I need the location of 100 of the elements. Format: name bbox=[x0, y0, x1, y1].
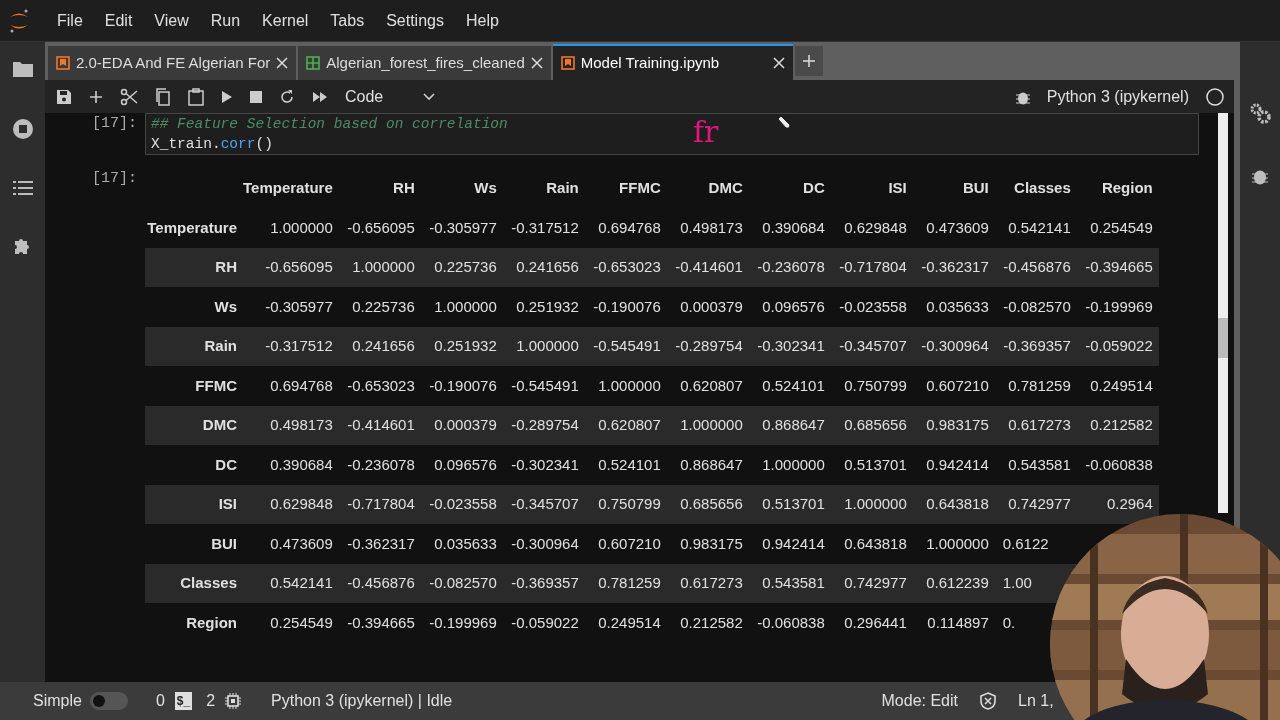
menu-item[interactable]: File bbox=[48, 8, 92, 33]
table-cell: 0.254549 bbox=[1090, 218, 1153, 236]
table-cell: 0.750799 bbox=[844, 376, 907, 394]
menu-item[interactable]: Edit bbox=[95, 8, 142, 33]
table-cell: 0.035633 bbox=[434, 534, 497, 552]
simple-mode-toggle[interactable] bbox=[89, 692, 128, 710]
table-cell: 0.498173 bbox=[680, 218, 743, 236]
run-icon[interactable] bbox=[221, 89, 233, 104]
table-cell: 0.617273 bbox=[1008, 416, 1071, 433]
tab[interactable]: Algerian_forest_fires_cleaned bbox=[298, 46, 551, 80]
table-cell: -0.414601 bbox=[347, 416, 415, 433]
table-cell: 0.249514 bbox=[1090, 376, 1153, 394]
table-cell: 0.620807 bbox=[680, 376, 743, 394]
terminal-count: 0 bbox=[155, 691, 165, 711]
table-cell: 0.498173 bbox=[270, 416, 333, 433]
chevron-down-icon bbox=[423, 92, 435, 101]
terminal-badge[interactable]: $_ bbox=[174, 692, 193, 710]
table-cell: 0.942414 bbox=[762, 534, 825, 552]
plus-icon[interactable] bbox=[89, 89, 103, 104]
table-cell: 0.225736 bbox=[352, 297, 415, 315]
column-header: Temperature bbox=[243, 178, 333, 196]
menu-item[interactable]: Kernel bbox=[253, 8, 318, 33]
table-cell: 0.296441 bbox=[844, 613, 907, 631]
menu-item[interactable]: View bbox=[145, 8, 198, 33]
table-cell: 0.629848 bbox=[844, 218, 907, 236]
table-cell: 0.473609 bbox=[926, 218, 989, 236]
kernel-count: 2 bbox=[206, 691, 216, 711]
table-cell: 0.750799 bbox=[598, 495, 661, 512]
table-cell: 0.225736 bbox=[434, 258, 497, 275]
kernel-name[interactable]: Python 3 (ipykernel) bbox=[1046, 84, 1189, 109]
row-header: DMC bbox=[202, 416, 237, 433]
tab[interactable]: 2.0-EDA And FE Algerian For bbox=[48, 46, 297, 80]
table-cell: 1.000000 bbox=[352, 258, 415, 275]
column-header: Rain bbox=[546, 178, 579, 196]
column-header: Ws bbox=[474, 178, 497, 196]
copy-icon[interactable] bbox=[155, 87, 171, 106]
table-cell: 0.241656 bbox=[516, 258, 579, 275]
table-cell: 0.612239 bbox=[926, 574, 989, 591]
table-cell: 0.607210 bbox=[598, 534, 661, 552]
close-icon[interactable] bbox=[772, 57, 785, 69]
shield-icon[interactable] bbox=[980, 692, 996, 710]
table-cell: -0.653023 bbox=[593, 258, 661, 275]
chip-icon[interactable] bbox=[225, 693, 242, 709]
table-cell: -0.317512 bbox=[511, 218, 579, 236]
row-header: Classes bbox=[180, 574, 237, 591]
table-cell: -0.545491 bbox=[511, 376, 579, 394]
code-line: X_train.corr() bbox=[151, 135, 273, 154]
row-header: BUI bbox=[211, 534, 237, 552]
table-cell: -0.023558 bbox=[839, 297, 907, 315]
table-cell: 0.114897 bbox=[927, 613, 989, 631]
new-tab-button[interactable] bbox=[794, 46, 823, 76]
plus-icon bbox=[802, 55, 815, 67]
table-cell: -0.545491 bbox=[593, 337, 661, 354]
scrollbar[interactable] bbox=[1218, 113, 1228, 513]
table-cell: 0. bbox=[1002, 613, 1016, 631]
table-cell: 0.620807 bbox=[598, 416, 661, 433]
code-cell[interactable]: ## Feature Selection based on correlation X_train.corr() fr bbox=[145, 113, 1199, 155]
row-header: Region bbox=[186, 613, 237, 631]
gears-icon[interactable] bbox=[1249, 102, 1271, 124]
table-cell: -0.394665 bbox=[347, 613, 415, 631]
table-cell: 0.643818 bbox=[926, 495, 989, 512]
column-header: FFMC bbox=[619, 178, 661, 196]
menu-item[interactable]: Tabs bbox=[321, 8, 374, 33]
menu-item[interactable]: Help bbox=[456, 8, 508, 33]
table-cell: 0.6122 bbox=[1002, 534, 1049, 552]
table-cell: -0.414601 bbox=[675, 258, 743, 275]
close-icon[interactable] bbox=[530, 57, 543, 69]
table-cell: 0.868647 bbox=[762, 416, 825, 433]
cell-type-dropdown[interactable]: Code bbox=[345, 84, 435, 109]
table-cell: -0.082570 bbox=[1003, 297, 1071, 315]
stop-circle-icon[interactable] bbox=[11, 118, 34, 140]
table-cell: -0.023558 bbox=[429, 495, 497, 512]
table-cell: 0.983175 bbox=[926, 416, 989, 433]
jupyter-logo-icon[interactable] bbox=[8, 7, 30, 34]
stop-icon[interactable] bbox=[250, 90, 262, 103]
table-cell: -0.289754 bbox=[511, 416, 579, 433]
fast-forward-icon[interactable] bbox=[312, 90, 328, 103]
column-header: BUI bbox=[962, 178, 989, 196]
kernel-status[interactable]: Python 3 (ipykernel) | Idle bbox=[271, 689, 453, 713]
list-icon[interactable] bbox=[12, 180, 33, 196]
tab[interactable]: Model Training.ipynb bbox=[552, 44, 793, 80]
row-header: FFMC bbox=[195, 376, 237, 394]
save-icon[interactable] bbox=[56, 88, 72, 105]
input-prompt: [17]: bbox=[91, 114, 138, 134]
table-cell: 0.390684 bbox=[762, 218, 825, 236]
scissors-icon[interactable] bbox=[120, 87, 138, 106]
table-cell: -0.236078 bbox=[757, 258, 825, 275]
clipboard-icon[interactable] bbox=[188, 87, 204, 106]
table-cell: -0.394665 bbox=[1085, 258, 1153, 275]
table-cell: -0.300964 bbox=[921, 337, 989, 354]
scrollbar-thumb[interactable] bbox=[1218, 318, 1228, 358]
menu-item[interactable]: Settings bbox=[377, 8, 453, 33]
folder-icon[interactable] bbox=[11, 60, 34, 78]
close-icon[interactable] bbox=[276, 57, 289, 69]
menu-item[interactable]: Run bbox=[201, 8, 250, 33]
table-cell: 0.983175 bbox=[680, 534, 743, 552]
row-header: Temperature bbox=[147, 218, 237, 236]
restart-icon[interactable] bbox=[279, 88, 295, 105]
output-prompt: [17]: bbox=[91, 169, 138, 189]
column-header: DC bbox=[803, 178, 825, 196]
